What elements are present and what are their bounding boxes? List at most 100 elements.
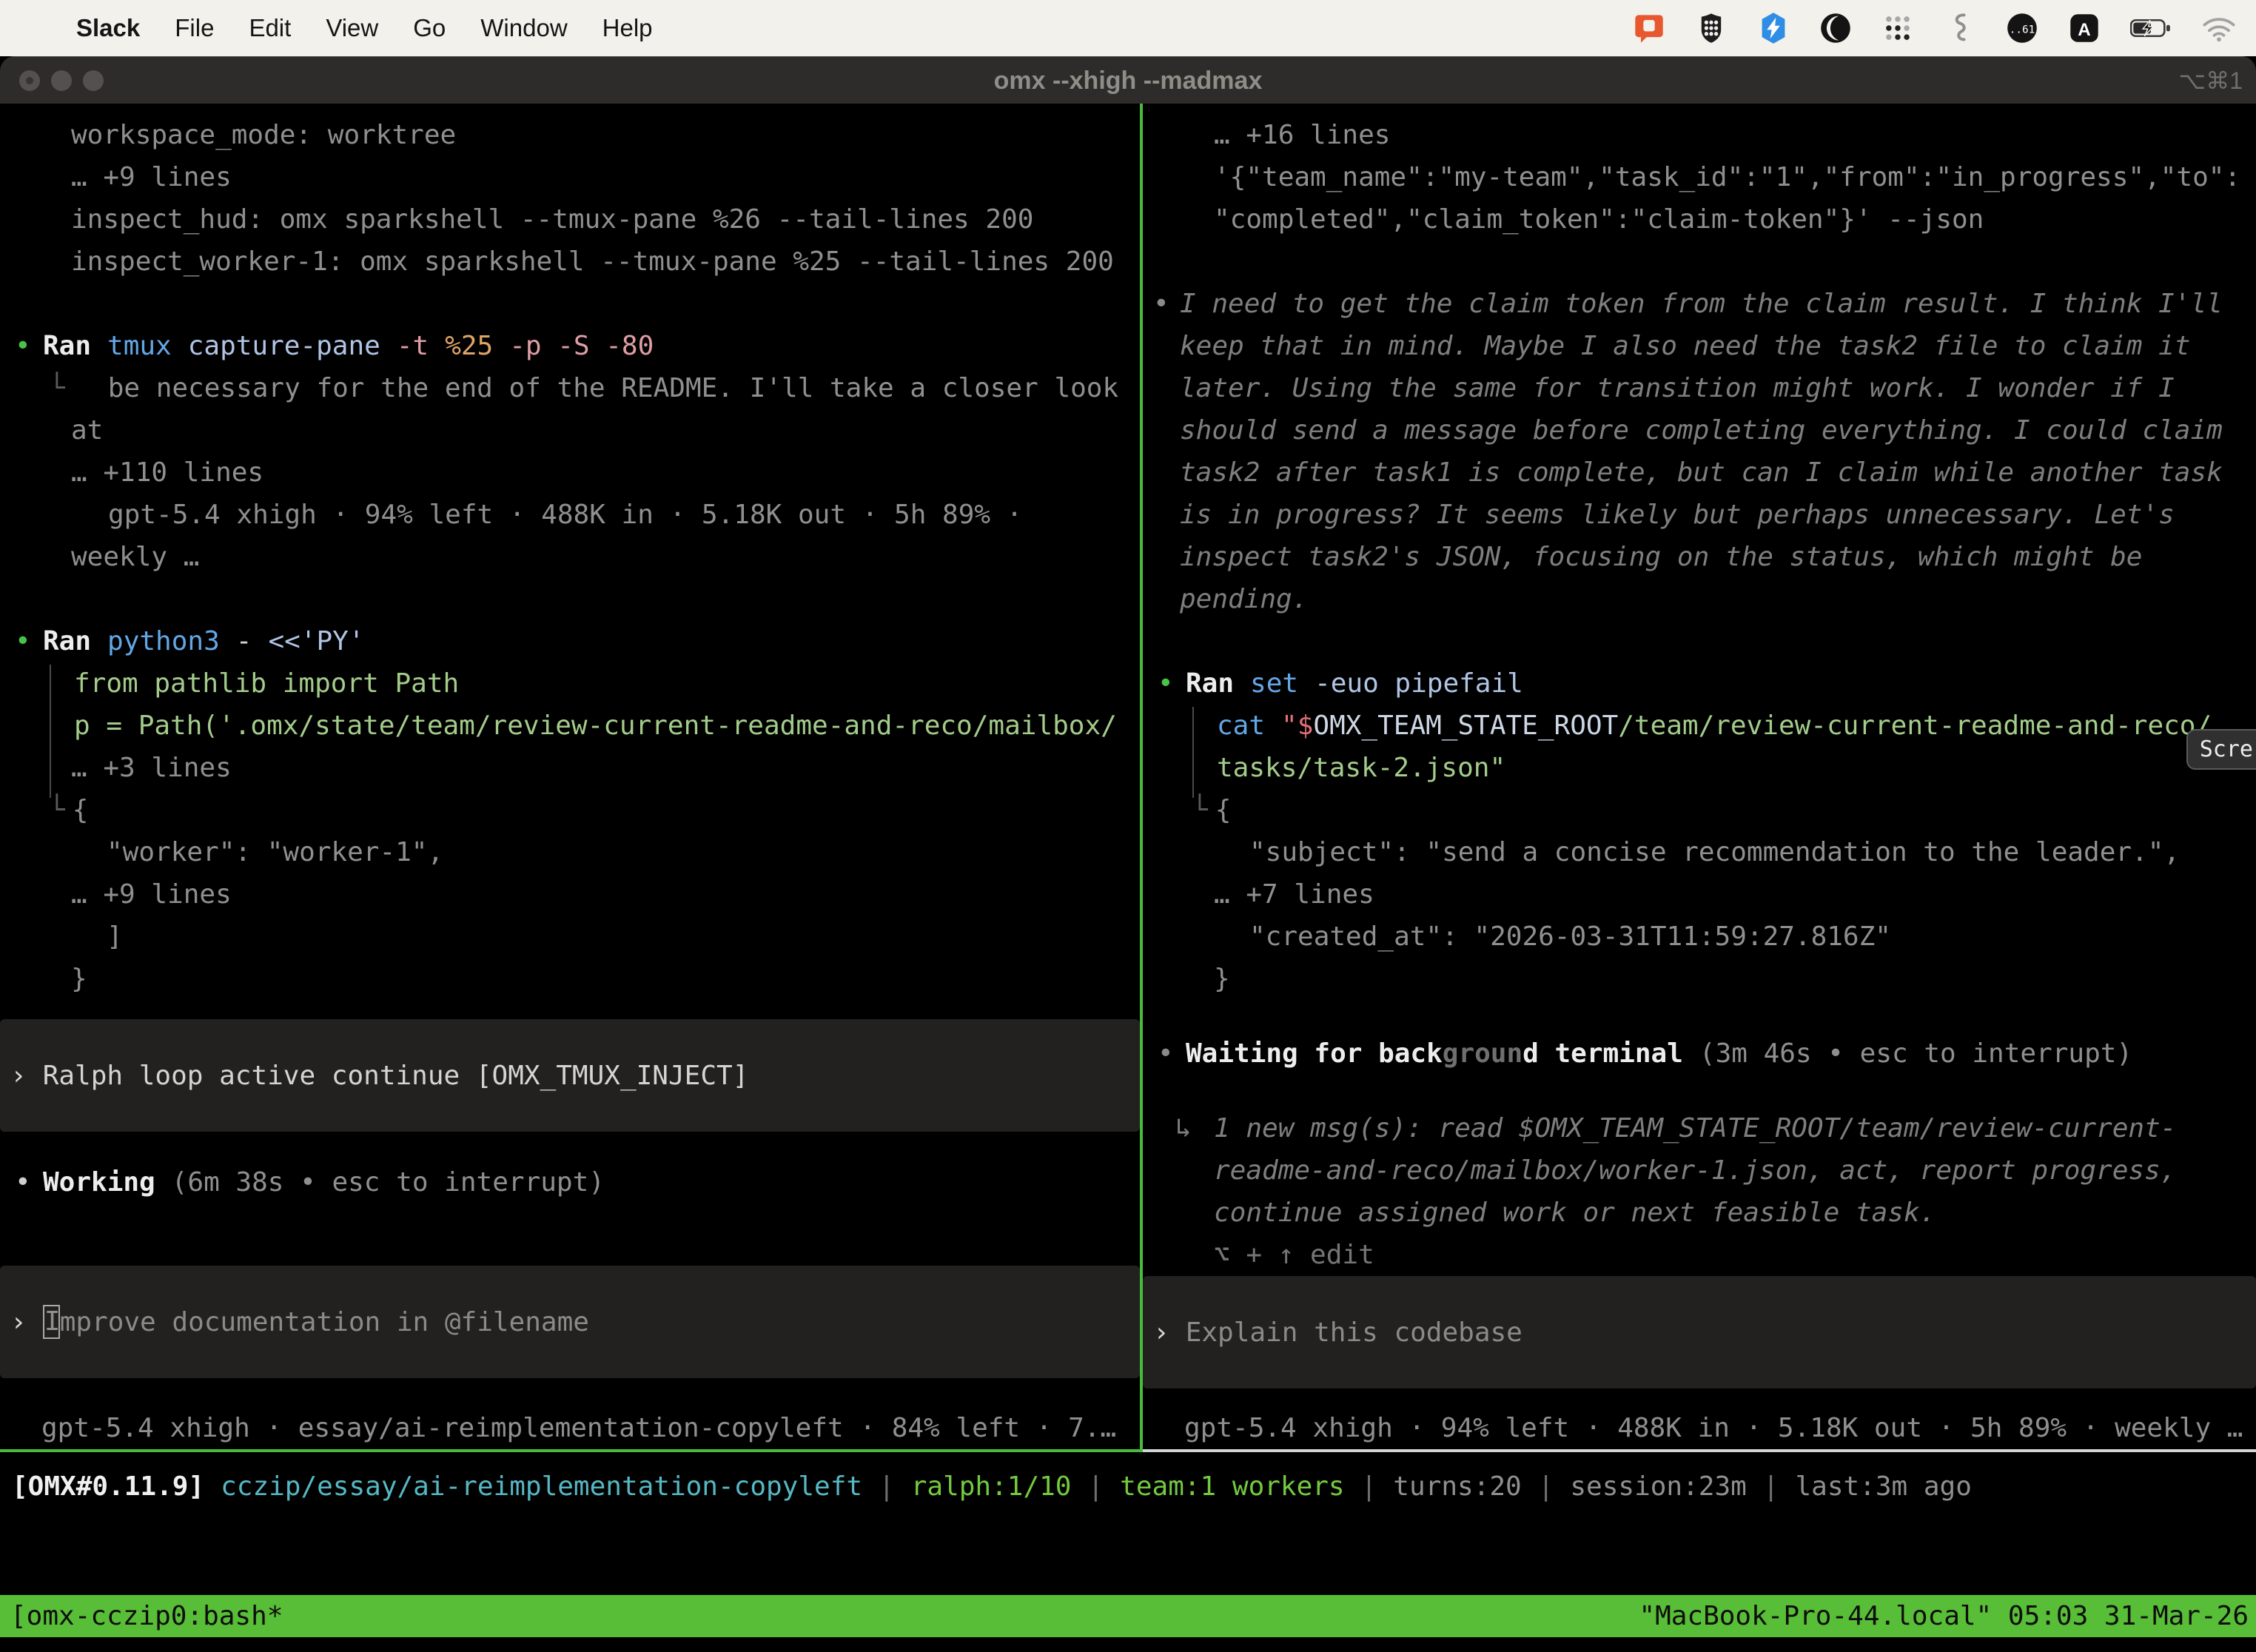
menu-help[interactable]: Help: [602, 14, 653, 42]
bottom-black-strip: [0, 1637, 2256, 1652]
waiting-status-line: • Waiting for back groun d terminal (3m …: [1143, 1032, 2256, 1075]
output-line: at: [0, 409, 1140, 451]
run-bullet-icon: •: [1158, 668, 1186, 699]
squiggle-icon[interactable]: [1944, 12, 1976, 44]
log-line: workspace_mode: worktree: [0, 114, 1140, 156]
macos-menu-bar: Slack File Edit View Go Window Help ..61: [0, 0, 2256, 56]
output-line: └ be necessary for the end of the README…: [0, 367, 1140, 409]
code-line: p = Path('.omx/state/team/review-current…: [0, 705, 1140, 747]
tmux-host-clock: "MacBook-Pro-44.local" 05:03 31-Mar-26: [1639, 1601, 2249, 1631]
chat-bubble-icon[interactable]: [1633, 12, 1665, 44]
wifi-icon[interactable]: [2201, 15, 2237, 41]
log-line: … +9 lines: [0, 156, 1140, 198]
code-more-line: … +3 lines: [0, 747, 1140, 789]
edit-shortcut-hint: ⌥ + ↑ edit: [1143, 1234, 2256, 1276]
window-shortcut-hint: ⌥⌘1: [2178, 57, 2243, 104]
output-line: … +9 lines: [0, 873, 1140, 916]
input-placeholder: mprove documentation in @filename: [60, 1307, 589, 1337]
status-bullet-icon: •: [1158, 1038, 1186, 1069]
thinking-line: pending.: [1143, 578, 2256, 620]
crescent-circle-icon[interactable]: [1819, 12, 1852, 44]
run-bullet-icon: •: [15, 331, 43, 361]
thinking-line: later. Using the same for transition mig…: [1143, 367, 2256, 409]
command-line-bash: • Ran set -euo pipefail: [1143, 662, 2256, 705]
tmux-status-bar: [omx-cczip0:bash* "MacBook-Pro-44.local"…: [0, 1595, 2256, 1637]
output-line: └ {: [0, 789, 1140, 831]
prompt-chevron: ›: [10, 1061, 27, 1091]
output-line: gpt-5.4 xhigh · 94% left · 488K in · 5.1…: [0, 494, 1140, 536]
tree-connector-line: [1192, 707, 1194, 798]
working-status-line: • Working (6m 38s • esc to interrupt): [0, 1161, 1140, 1203]
log-line: "completed","claim_token":"claim-token"}…: [1143, 198, 2256, 241]
terminal-window: omx --xhigh --madmax ⌥⌘1 workspace_mode:…: [0, 56, 2256, 1652]
output-line: … +110 lines: [0, 451, 1140, 494]
prompt-chevron: ›: [10, 1307, 27, 1337]
tree-corner-glyph: └: [49, 373, 65, 403]
output-line: }: [1143, 958, 2256, 1000]
status-bullet-icon: •: [15, 1167, 43, 1198]
thinking-line: should send a message before completing …: [1143, 409, 2256, 451]
omx-status-line: [OMX#0.11.9] cczip/essay/ai-reimplementa…: [12, 1467, 1972, 1505]
pane-left-hud[interactable]: workspace_mode: worktree … +9 lines insp…: [0, 104, 1140, 1449]
output-line: "subject": "send a concise recommendatio…: [1143, 831, 2256, 873]
input-source-icon[interactable]: A: [2068, 12, 2101, 44]
svg-text:..61: ..61: [2010, 24, 2035, 36]
log-line: '{"team_name":"my-team","task_id":"1","f…: [1143, 156, 2256, 198]
thinking-line: is in progress? It seems likely but perh…: [1143, 494, 2256, 536]
menu-edit[interactable]: Edit: [249, 14, 291, 42]
tmux-session-label: [omx-cczip0:bash*: [10, 1601, 283, 1631]
battery-icon[interactable]: [2130, 17, 2172, 39]
pane-right-worker[interactable]: … +16 lines '{"team_name":"my-team","tas…: [1143, 104, 2256, 1449]
arrow-down-right-icon: ↳: [1175, 1113, 1214, 1144]
run-bullet-icon: •: [15, 626, 43, 657]
output-line: weekly …: [0, 536, 1140, 578]
menu-go[interactable]: Go: [413, 14, 446, 42]
inject-input-box[interactable]: › Ralph loop active continue [OMX_TMUX_I…: [0, 1019, 1140, 1132]
window-title: omx --xhigh --madmax: [0, 57, 2256, 104]
shield-grid-icon[interactable]: [1695, 12, 1728, 44]
window-title-bar[interactable]: omx --xhigh --madmax ⌥⌘1: [0, 56, 2256, 104]
mailbox-notice-line: readme-and-reco/mailbox/worker-1.json, a…: [1143, 1149, 2256, 1192]
blue-bolt-badge-icon[interactable]: [1757, 12, 1790, 44]
output-line: … +7 lines: [1143, 873, 2256, 916]
mailbox-notice-line: continue assigned work or next feasible …: [1143, 1192, 2256, 1234]
session-status-left: gpt-5.4 xhigh · essay/ai-reimplementatio…: [0, 1407, 1140, 1449]
prompt-chevron: ›: [1153, 1317, 1169, 1348]
menu-file[interactable]: File: [175, 14, 214, 42]
thinking-line: inspect task2's JSON, focusing on the st…: [1143, 536, 2256, 578]
command-line-cat-cont: tasks/task-2.json": [1143, 747, 2256, 789]
inject-input-text: Ralph loop active continue [OMX_TMUX_INJ…: [43, 1061, 749, 1091]
chat-input-left[interactable]: › I mprove documentation in @filename: [0, 1266, 1140, 1378]
svg-text:A: A: [2078, 20, 2090, 40]
tree-connector-line: [50, 665, 51, 798]
thinking-line: keep that in mind. Maybe I also need the…: [1143, 325, 2256, 367]
log-line: inspect_worker-1: omx sparkshell --tmux-…: [0, 241, 1140, 283]
app-menu-slack[interactable]: Slack: [76, 14, 140, 42]
output-line: }: [0, 958, 1140, 1000]
command-line-cat: cat " $ OMX_TEAM_STATE_ROOT /team/review…: [1143, 705, 2256, 747]
session-status-right: gpt-5.4 xhigh · 94% left · 488K in · 5.1…: [1143, 1407, 2256, 1449]
text-cursor: I: [43, 1305, 60, 1339]
tree-corner-glyph: └: [49, 795, 65, 825]
command-line-python: • Ran python3 - <<'PY': [0, 620, 1140, 662]
chat-input-right[interactable]: › Explain this codebase: [1143, 1276, 2256, 1389]
output-line: "worker": "worker-1",: [0, 831, 1140, 873]
menu-view[interactable]: View: [326, 14, 378, 42]
output-line: └ {: [1143, 789, 2256, 831]
log-line: inspect_hud: omx sparkshell --tmux-pane …: [0, 198, 1140, 241]
thinking-line: • I need to get the claim token from the…: [1143, 283, 2256, 325]
screen-capture-overlay[interactable]: Scre: [2186, 729, 2256, 770]
menu-window[interactable]: Window: [480, 14, 567, 42]
circle-61-icon[interactable]: ..61: [2006, 12, 2038, 44]
dots-grid-icon[interactable]: [1881, 12, 1914, 44]
log-line: … +16 lines: [1143, 114, 2256, 156]
output-line: ]: [0, 916, 1140, 958]
command-line-tmux: • Ran tmux capture-pane -t %25 -p -S -80: [0, 325, 1140, 367]
thinking-bullet-icon: •: [1153, 289, 1180, 319]
omx-hud-status: [OMX#0.11.9] cczip/essay/ai-reimplementa…: [0, 1452, 2256, 1595]
mailbox-notice-line: ↳ 1 new msg(s): read $OMX_TEAM_STATE_ROO…: [1143, 1107, 2256, 1149]
code-line: from pathlib import Path: [0, 662, 1140, 705]
input-placeholder: Explain this codebase: [1186, 1317, 1523, 1348]
thinking-line: task2 after task1 is complete, but can I…: [1143, 451, 2256, 494]
output-line: "created_at": "2026-03-31T11:59:27.816Z": [1143, 916, 2256, 958]
